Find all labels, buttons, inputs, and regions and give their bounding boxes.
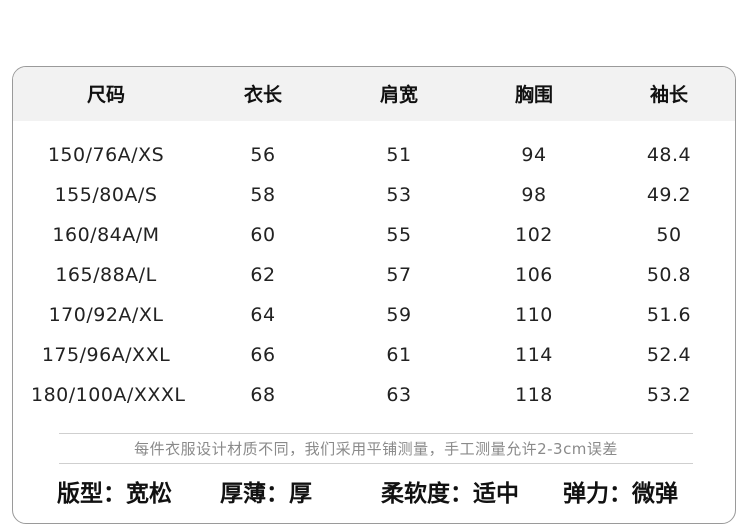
header-chest: 胸围 [514, 84, 553, 106]
sleeve-cell: 49.2 [646, 184, 692, 206]
chest-cell: 102 [515, 224, 553, 246]
size-cell: 175/96A/XXL [41, 344, 171, 366]
divider [59, 433, 693, 434]
shoulder-cell: 59 [386, 304, 412, 326]
header-shoulder: 肩宽 [379, 84, 418, 106]
table-row: 150/76A/XS 56 51 94 48.4 [13, 135, 735, 175]
shoulder-cell: 55 [386, 224, 412, 246]
chest-cell: 98 [521, 184, 547, 206]
sleeve-cell: 52.4 [646, 344, 692, 366]
sleeve-cell: 53.2 [646, 384, 692, 406]
length-cell: 66 [250, 344, 276, 366]
thickness-property: 厚薄：厚 [220, 481, 312, 507]
chest-cell: 118 [515, 384, 553, 406]
shoulder-cell: 51 [386, 144, 412, 166]
divider [59, 463, 693, 464]
table-row: 180/100A/XXXL 68 63 118 53.2 [13, 375, 735, 415]
sleeve-cell: 50 [656, 224, 682, 246]
size-cell: 165/88A/L [55, 264, 157, 286]
shoulder-cell: 53 [386, 184, 412, 206]
length-cell: 60 [250, 224, 276, 246]
table-row: 170/92A/XL 64 59 110 51.6 [13, 295, 735, 335]
table-row: 155/80A/S 58 53 98 49.2 [13, 175, 735, 215]
table-row: 165/88A/L 62 57 106 50.8 [13, 255, 735, 295]
chest-cell: 110 [515, 304, 553, 326]
length-cell: 62 [250, 264, 276, 286]
sleeve-cell: 50.8 [646, 264, 692, 286]
header-length: 衣长 [243, 84, 282, 106]
shoulder-cell: 61 [386, 344, 412, 366]
size-cell: 160/84A/M [52, 224, 160, 246]
table-header: 尺码 衣长 肩宽 胸围 袖长 [13, 67, 735, 121]
elasticity-property: 弹力：微弹 [563, 481, 678, 507]
size-cell: 150/76A/XS [47, 144, 165, 166]
softness-property: 柔软度：适中 [381, 481, 519, 507]
fit-property: 版型：宽松 [57, 481, 172, 507]
length-cell: 56 [250, 144, 276, 166]
size-cell: 170/92A/XL [48, 304, 164, 326]
sleeve-cell: 51.6 [646, 304, 692, 326]
shoulder-cell: 57 [386, 264, 412, 286]
measurement-note: 每件衣服设计材质不同，我们采用平铺测量，手工测量允许2-3cm误差 [134, 440, 618, 458]
table-row: 175/96A/XXL 66 61 114 52.4 [13, 335, 735, 375]
chest-cell: 94 [521, 144, 547, 166]
shoulder-cell: 63 [386, 384, 412, 406]
header-sleeve: 袖长 [649, 84, 688, 106]
header-size: 尺码 [86, 84, 125, 106]
size-cell: 155/80A/S [54, 184, 158, 206]
table-row: 160/84A/M 60 55 102 50 [13, 215, 735, 255]
length-cell: 58 [250, 184, 276, 206]
chest-cell: 106 [515, 264, 553, 286]
size-cell: 180/100A/XXXL [31, 384, 186, 406]
length-cell: 64 [250, 304, 276, 326]
chest-cell: 114 [515, 344, 553, 366]
sleeve-cell: 48.4 [646, 144, 692, 166]
length-cell: 68 [250, 384, 276, 406]
size-chart-card: 尺码 衣长 肩宽 胸围 袖长 150/76A/XS 56 51 94 48.4 … [12, 66, 736, 524]
